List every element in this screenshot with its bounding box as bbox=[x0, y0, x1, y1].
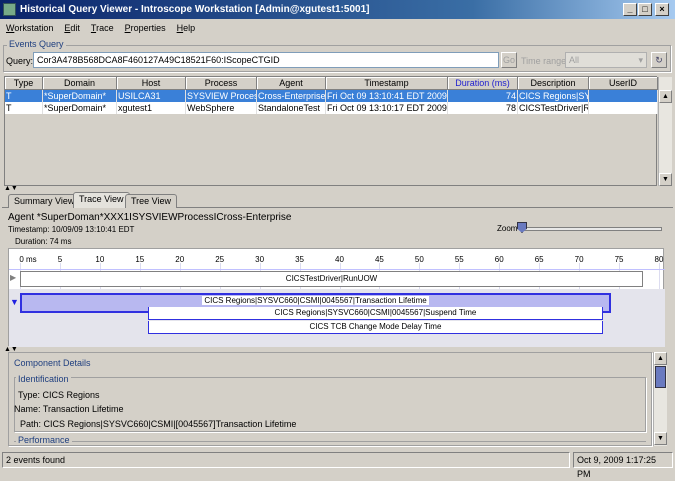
time-range-select[interactable]: All ▾ bbox=[565, 52, 647, 68]
close-icon[interactable]: × bbox=[655, 3, 669, 16]
table-cell: xgutest1 bbox=[117, 102, 186, 114]
column-header[interactable]: Host bbox=[117, 77, 186, 90]
table-cell: USILCA31 bbox=[117, 90, 186, 102]
menu-help[interactable]: Help bbox=[171, 19, 201, 37]
menu-workstation[interactable]: Workstation bbox=[0, 19, 58, 37]
table-cell bbox=[589, 90, 658, 102]
trace-component-label: CICSTestDriver|RunUOW bbox=[283, 274, 380, 283]
menu-bar: Workstation Edit Trace Properties Help bbox=[0, 19, 675, 37]
table-cell: 74 bbox=[448, 90, 518, 102]
axis-tick-label: 0 ms bbox=[19, 255, 37, 264]
splitter-arrows-icon[interactable]: ▲▼ bbox=[4, 185, 18, 192]
status-message: 2 events found bbox=[2, 452, 570, 468]
column-header[interactable]: Type bbox=[5, 77, 43, 90]
table-scrollbar[interactable]: ▲ ▼ bbox=[658, 77, 672, 186]
table-cell: Cross-Enterprise bbox=[258, 90, 326, 102]
column-header[interactable]: Description bbox=[518, 77, 589, 90]
column-header[interactable]: Process bbox=[186, 77, 257, 90]
trace-duration: Duration: 74 ms bbox=[15, 237, 72, 246]
name-row: Name: Transaction Lifetime bbox=[14, 404, 124, 414]
trace-component-bar[interactable]: CICS Regions|SYSVC660|CSMI|0045567|Suspe… bbox=[147, 307, 604, 320]
type-value: CICS Regions bbox=[42, 390, 100, 400]
events-query-title: Events Query bbox=[7, 39, 66, 49]
table-row[interactable]: T *SuperDomain* USILCA31 SYSVIEW Process Cro… bbox=[5, 90, 658, 102]
name-label: Name: bbox=[14, 404, 41, 414]
scroll-down-icon[interactable]: ▼ bbox=[654, 432, 667, 445]
window-title: Historical Query Viewer - Introscope Wor… bbox=[20, 4, 370, 15]
scroll-up-icon[interactable]: ▲ bbox=[654, 352, 667, 365]
trace-component-label: CICS Regions|SYSVC660|CSMI|0045567|Suspe… bbox=[272, 308, 479, 317]
zoom-slider[interactable] bbox=[520, 227, 662, 231]
events-table: Type Domain Host Process Agent Timestamp Durat… bbox=[4, 76, 672, 186]
title-bar: Historical Query Viewer - Introscope Wor… bbox=[0, 0, 675, 19]
scroll-thumb[interactable] bbox=[655, 366, 666, 388]
trace-timeline: 0 ms 5 10 15 20 25 30 35 40 45 50 55 60 65 70 75 80 ▶ ▼ … bbox=[8, 248, 665, 347]
type-label: Type: bbox=[18, 390, 41, 400]
query-label: Query: bbox=[6, 56, 34, 66]
table-cell: *SuperDomain* bbox=[43, 90, 117, 102]
query-input[interactable] bbox=[33, 52, 499, 68]
app-icon bbox=[3, 3, 16, 16]
menu-properties[interactable]: Properties bbox=[119, 19, 171, 37]
details-scrollbar[interactable]: ▲ ▼ bbox=[653, 352, 667, 446]
menu-edit[interactable]: Edit bbox=[58, 19, 85, 37]
column-header[interactable]: UserID bbox=[589, 77, 658, 90]
column-header[interactable]: Agent bbox=[257, 77, 326, 90]
divider bbox=[9, 269, 665, 270]
maximize-icon[interactable]: □ bbox=[638, 3, 652, 16]
table-row[interactable]: T *SuperDomain* xgutest1 WebSphere Standalon… bbox=[5, 102, 658, 114]
minimize-icon[interactable]: _ bbox=[623, 3, 637, 16]
column-header[interactable]: Domain bbox=[43, 77, 117, 90]
table-cell bbox=[589, 102, 658, 114]
scroll-down-icon[interactable]: ▼ bbox=[659, 173, 672, 186]
table-cell: 78 bbox=[448, 102, 518, 114]
component-details-title: Component Details bbox=[12, 358, 93, 368]
go-button[interactable]: Go bbox=[501, 52, 517, 68]
table-cell: CICSTestDriver|R... bbox=[519, 102, 589, 114]
path-label: Path: bbox=[20, 419, 42, 429]
trace-component-label: CICS Regions|SYSVC660|CSMI|0045567|Trans… bbox=[202, 296, 429, 305]
table-cell: T bbox=[5, 102, 43, 114]
table-cell: Fri Oct 09 13:10:17 EDT 2009 bbox=[327, 102, 448, 114]
zoom-label: Zoom bbox=[497, 224, 518, 233]
menu-trace[interactable]: Trace bbox=[85, 19, 119, 37]
path-value: CICS Regions|SYSVC660|CSMI|[0045567]Tran… bbox=[43, 419, 297, 429]
trace-agent: Agent *SuperDoman*XXX1ISYSVIEWProcessICr… bbox=[8, 212, 292, 223]
refresh-icon: ↻ bbox=[655, 55, 663, 65]
table-cell: Fri Oct 09 13:10:41 EDT 2009 bbox=[327, 90, 448, 102]
performance-title: Performance bbox=[16, 435, 72, 445]
time-range-label: Time range: bbox=[521, 56, 569, 66]
name-value: Transaction Lifetime bbox=[42, 404, 124, 414]
table-cell: StandaloneTest bbox=[257, 102, 326, 114]
performance-group bbox=[14, 441, 646, 446]
chevron-down-icon: ▾ bbox=[638, 55, 643, 65]
identification-title: Identification bbox=[16, 374, 71, 384]
path-row: Path: CICS Regions|SYSVC660|CSMI|[004556… bbox=[20, 419, 296, 429]
trace-component-bar[interactable]: CICS TCB Change Mode Delay Time bbox=[147, 321, 604, 334]
collapsed-arrow-icon[interactable]: ▶ bbox=[10, 273, 16, 282]
table-cell: SYSVIEW Process bbox=[187, 90, 257, 102]
trace-timestamp: Timestamp: 10/09/09 13:10:41 EDT bbox=[8, 225, 135, 234]
type-row: Type: CICS Regions bbox=[18, 390, 100, 400]
tab-tree-view[interactable]: Tree View bbox=[125, 194, 178, 208]
expanded-arrow-icon[interactable]: ▼ bbox=[10, 297, 19, 307]
status-time: Oct 9, 2009 1:17:25 PM bbox=[573, 452, 673, 479]
column-header[interactable]: Timestamp bbox=[326, 77, 448, 90]
trace-component-label: CICS TCB Change Mode Delay Time bbox=[307, 322, 444, 331]
table-cell: WebSphere bbox=[186, 102, 257, 114]
time-range-value: All bbox=[569, 55, 580, 65]
tab-summary-view[interactable]: Summary View bbox=[8, 194, 81, 208]
refresh-button[interactable]: ↻ bbox=[651, 52, 667, 68]
column-header[interactable]: Duration (ms) bbox=[448, 77, 518, 90]
table-cell: CICS Regions|SY... bbox=[519, 90, 589, 102]
tab-trace-view[interactable]: Trace View bbox=[73, 192, 130, 208]
table-cell: *SuperDomain* bbox=[43, 102, 117, 114]
scroll-up-icon[interactable]: ▲ bbox=[659, 90, 672, 103]
table-cell: T bbox=[5, 90, 43, 102]
table-header: Type Domain Host Process Agent Timestamp Durat… bbox=[5, 77, 658, 90]
trace-component-bar[interactable]: CICSTestDriver|RunUOW bbox=[20, 271, 644, 287]
